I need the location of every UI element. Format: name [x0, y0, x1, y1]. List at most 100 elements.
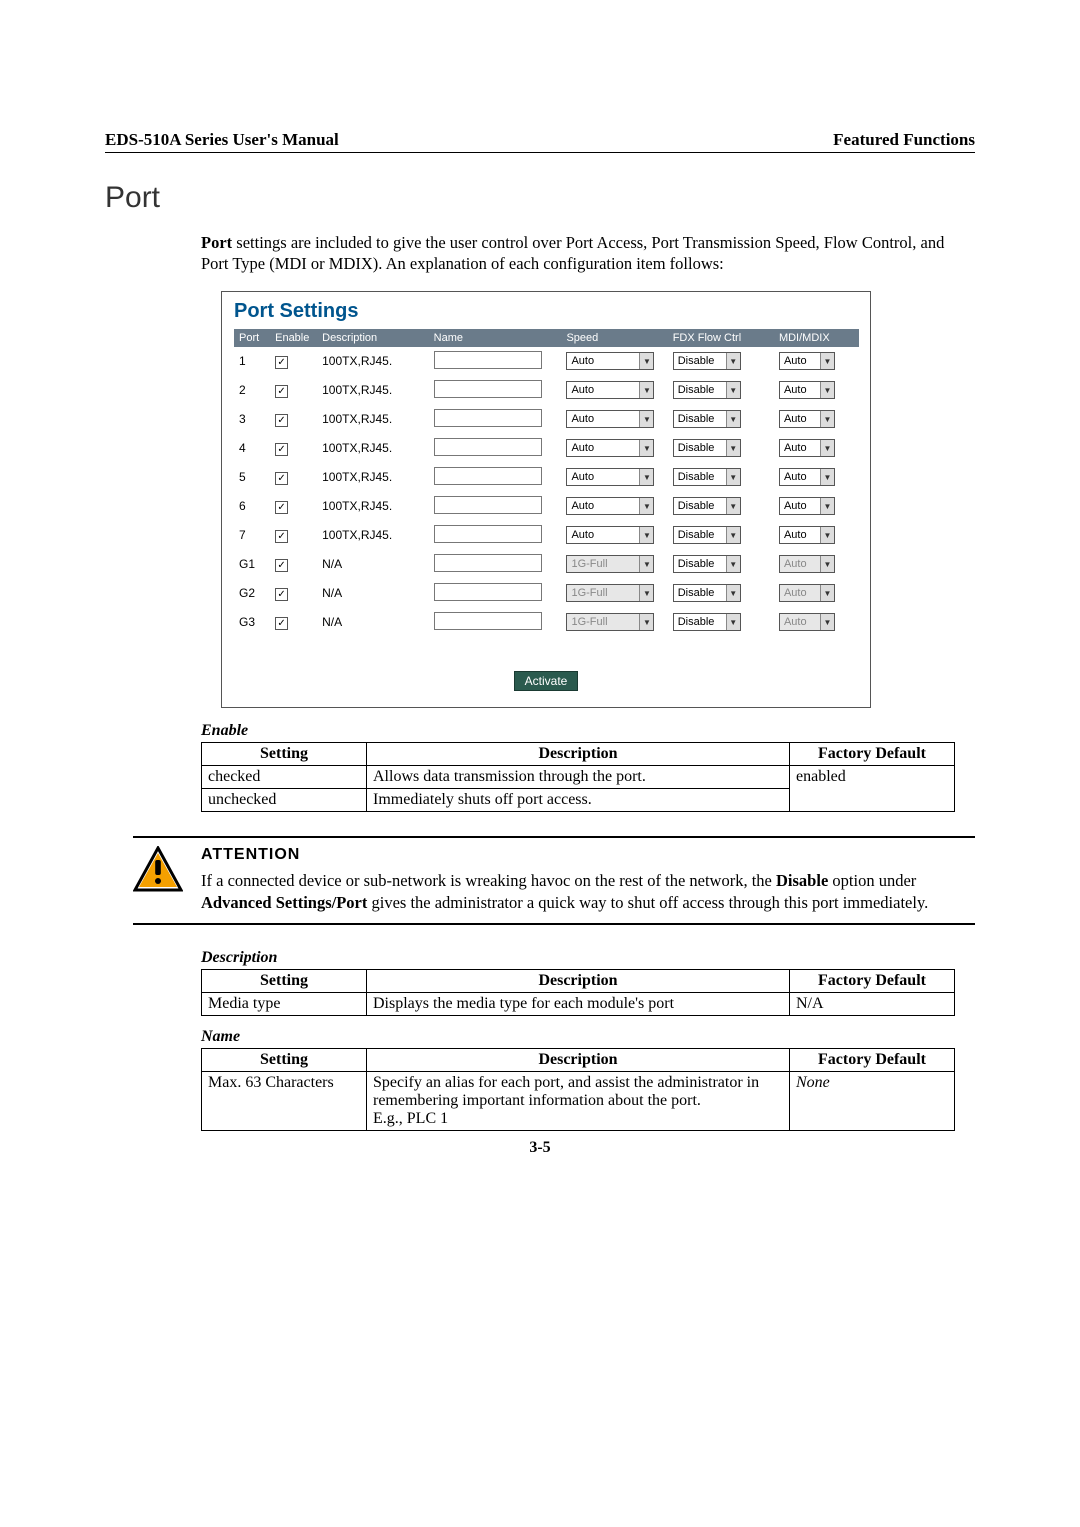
fdx-select[interactable]: Disable▼	[673, 410, 741, 428]
mdi-cell: Auto▼	[774, 579, 859, 608]
name-input[interactable]	[434, 612, 542, 630]
mdi-select[interactable]: Auto▼	[779, 410, 835, 428]
speed-cell: Auto▼	[561, 463, 667, 492]
description-cell: 100TX,RJ45.	[317, 405, 429, 434]
port-settings-title: Port Settings	[228, 298, 864, 329]
speed-cell: Auto▼	[561, 434, 667, 463]
enable-checkbox[interactable]: ✓	[275, 530, 288, 543]
chevron-down-icon: ▼	[820, 585, 834, 601]
cell-setting: Max. 63 Characters	[202, 1072, 367, 1131]
fdx-select[interactable]: Disable▼	[673, 468, 741, 486]
cell-setting: Media type	[202, 993, 367, 1016]
enable-checkbox[interactable]: ✓	[275, 588, 288, 601]
mdi-select[interactable]: Auto▼	[779, 439, 835, 457]
fdx-select[interactable]: Disable▼	[673, 555, 741, 573]
fdx-value: Disable	[678, 529, 715, 541]
speed-value: 1G-Full	[571, 558, 607, 570]
chevron-down-icon: ▼	[726, 585, 740, 601]
chevron-down-icon: ▼	[820, 498, 834, 514]
mdi-select[interactable]: Auto ▼	[779, 497, 835, 515]
fdx-cell: Disable▼	[668, 579, 774, 608]
description-cell: 100TX,RJ45.	[317, 521, 429, 550]
speed-select: 1G-Full▼	[566, 613, 654, 631]
enable-checkbox[interactable]: ✓	[275, 617, 288, 630]
mdi-value: Auto	[784, 500, 807, 512]
fdx-select[interactable]: Disable ▼	[673, 526, 741, 544]
name-input[interactable]	[434, 467, 542, 485]
th-setting: Setting	[202, 970, 367, 993]
attention-text-part: gives the administrator a quick way to s…	[367, 893, 928, 912]
activate-row: Activate	[228, 671, 864, 691]
mdi-value: Auto	[784, 471, 807, 483]
cell-description: Immediately shuts off port access.	[367, 788, 790, 811]
mdi-cell: Auto▼	[774, 376, 859, 405]
enable-checkbox[interactable]: ✓	[275, 472, 288, 485]
cell-setting: unchecked	[202, 788, 367, 811]
enable-checkbox[interactable]: ✓	[275, 414, 288, 427]
speed-select[interactable]: Auto▼	[566, 439, 654, 457]
name-input[interactable]	[434, 496, 542, 514]
speed-select[interactable]: Auto▼	[566, 381, 654, 399]
attention-text-part: If a connected device or sub-network is …	[201, 871, 776, 890]
enable-cell: ✓	[270, 492, 317, 521]
fdx-select[interactable]: Disable▼	[673, 381, 741, 399]
port-cell: G3	[234, 608, 270, 637]
fdx-value: Disable	[678, 384, 715, 396]
mdi-select[interactable]: Auto▼	[779, 468, 835, 486]
speed-value: Auto	[571, 471, 594, 483]
name-heading: Name	[201, 1028, 975, 1046]
mdi-select[interactable]: Auto▼	[779, 381, 835, 399]
chevron-down-icon: ▼	[639, 498, 653, 514]
fdx-select[interactable]: Disable▼	[673, 584, 741, 602]
name-input[interactable]	[434, 380, 542, 398]
cell-description: Displays the media type for each module'…	[367, 993, 790, 1016]
enable-cell: ✓	[270, 434, 317, 463]
description-cell: N/A	[317, 608, 429, 637]
name-cell	[429, 463, 562, 492]
mdi-select[interactable]: Auto▼	[779, 352, 835, 370]
chevron-down-icon: ▼	[820, 440, 834, 456]
speed-select[interactable]: Auto▼	[566, 410, 654, 428]
speed-select[interactable]: Auto▼	[566, 352, 654, 370]
th-default: Factory Default	[790, 1049, 955, 1072]
name-input[interactable]	[434, 438, 542, 456]
name-input[interactable]	[434, 409, 542, 427]
chevron-down-icon: ▼	[639, 585, 653, 601]
speed-select[interactable]: Auto▼	[566, 497, 654, 515]
mdi-cell: Auto▼	[774, 405, 859, 434]
activate-button[interactable]: Activate	[514, 671, 579, 691]
mdi-select[interactable]: Auto▼	[779, 526, 835, 544]
name-input[interactable]	[434, 525, 542, 543]
chevron-down-icon: ▼	[726, 556, 740, 572]
fdx-select[interactable]: Disable▼	[673, 497, 741, 515]
fdx-cell: Disable▼	[668, 347, 774, 376]
fdx-select[interactable]: Disable▼	[673, 439, 741, 457]
enable-checkbox[interactable]: ✓	[275, 501, 288, 514]
port-cell: G1	[234, 550, 270, 579]
chevron-down-icon: ▼	[820, 556, 834, 572]
fdx-select[interactable]: Disable▼	[673, 613, 741, 631]
fdx-select[interactable]: Disable▼	[673, 352, 741, 370]
name-input[interactable]	[434, 583, 542, 601]
chevron-down-icon: ▼	[726, 527, 740, 543]
col-header-description: Description	[317, 329, 429, 347]
col-header-name: Name	[429, 329, 562, 347]
enable-cell: ✓	[270, 550, 317, 579]
speed-select[interactable]: Auto▼	[566, 468, 654, 486]
enable-checkbox[interactable]: ✓	[275, 559, 288, 572]
enable-checkbox[interactable]: ✓	[275, 385, 288, 398]
col-header-port: Port	[234, 329, 270, 347]
port-cell: 6	[234, 492, 270, 521]
fdx-cell: Disable▼	[668, 550, 774, 579]
enable-checkbox[interactable]: ✓	[275, 443, 288, 456]
chapter-title: Featured Functions	[833, 130, 975, 150]
name-input[interactable]	[434, 351, 542, 369]
speed-select[interactable]: Auto▼	[566, 526, 654, 544]
enable-checkbox[interactable]: ✓	[275, 356, 288, 369]
th-default: Factory Default	[790, 970, 955, 993]
fdx-value: Disable	[678, 355, 715, 367]
name-input[interactable]	[434, 554, 542, 572]
th-description: Description	[367, 970, 790, 993]
fdx-cell: Disable ▼	[668, 521, 774, 550]
manual-page: EDS-510A Series User's Manual Featured F…	[0, 0, 1080, 1191]
